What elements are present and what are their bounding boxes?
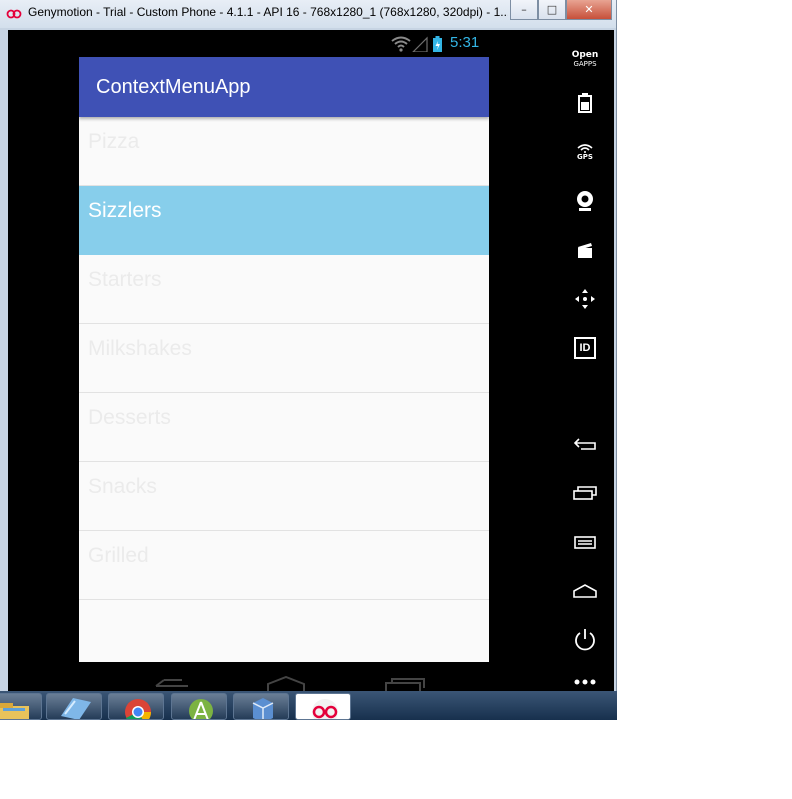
more-button[interactable] <box>569 672 601 692</box>
genymotion-icon <box>312 699 338 719</box>
battery-icon <box>433 36 442 52</box>
taskbar-chrome-button[interactable] <box>108 693 164 720</box>
home-button[interactable] <box>569 575 601 607</box>
android-status-bar: 5:31 <box>8 30 559 56</box>
chrome-icon <box>125 699 152 719</box>
list-item-label: Desserts <box>88 406 171 429</box>
notepad-icon <box>61 698 91 719</box>
list-item[interactable]: Grilled <box>79 531 489 600</box>
signal-icon <box>412 36 428 52</box>
more-icon <box>574 679 596 685</box>
webcam-widget-button[interactable] <box>569 185 601 217</box>
gps-icon <box>577 144 593 153</box>
android-home-icon <box>267 676 305 692</box>
list-item-label: Snacks <box>88 475 157 498</box>
genymotion-logo-icon <box>6 9 22 19</box>
open-gapps-line1: Open <box>571 50 599 60</box>
app-title: ContextMenuApp <box>96 76 251 98</box>
android-studio-icon <box>189 699 213 719</box>
list-item-label: Sizzlers <box>88 199 162 222</box>
title-bar[interactable]: Genymotion - Trial - Custom Phone - 4.1.… <box>0 0 616 28</box>
maximize-icon: □ <box>546 3 558 16</box>
android-nav-bar <box>155 676 425 692</box>
wifi-icon <box>391 36 411 52</box>
taskbar-android-studio-button[interactable] <box>171 693 227 720</box>
power-button[interactable] <box>569 624 601 656</box>
list-item-label: Grilled <box>88 544 149 567</box>
list-item[interactable]: Starters <box>79 255 489 324</box>
taskbar-explorer-button[interactable] <box>0 693 42 720</box>
virtualbox-icon <box>252 698 274 719</box>
battery-widget-icon <box>578 93 592 113</box>
device-id-icon: ID <box>574 337 596 359</box>
taskbar-notepad-button[interactable] <box>46 693 102 720</box>
list-item[interactable]: Snacks <box>79 462 489 531</box>
open-gapps-button[interactable]: Open GAPPS <box>569 44 601 76</box>
dpad-icon <box>575 289 595 309</box>
video-capture-icon <box>578 243 592 258</box>
gps-widget-button[interactable]: GPS <box>569 136 601 168</box>
status-time: 5:31 <box>450 34 480 51</box>
open-gapps-line2: GAPPS <box>573 60 597 68</box>
webcam-icon <box>577 191 593 211</box>
android-back-icon <box>155 679 188 687</box>
windows-taskbar <box>0 691 617 720</box>
app-toolbar: ContextMenuApp <box>79 57 489 117</box>
recent-apps-icon <box>573 486 597 500</box>
emulator-screen: 5:31 ContextMenuApp Pizza Sizzlers Start… <box>8 30 614 692</box>
battery-widget-button[interactable] <box>569 87 601 119</box>
gps-label: GPS <box>577 153 593 161</box>
minimize-button[interactable]: – <box>510 0 538 20</box>
file-explorer-icon <box>0 703 29 719</box>
list-item-label: Milkshakes <box>88 337 192 360</box>
menu-list[interactable]: Pizza Sizzlers Starters Milkshakes Desse… <box>79 117 489 600</box>
minimize-icon: – <box>521 3 527 16</box>
list-item[interactable]: Desserts <box>79 393 489 462</box>
device-id-label: ID <box>579 342 591 354</box>
back-button[interactable] <box>569 428 601 460</box>
close-button[interactable]: ✕ <box>566 0 612 20</box>
taskbar-virtualbox-button[interactable] <box>233 693 289 720</box>
device-id-button[interactable]: ID <box>569 332 601 364</box>
close-icon: ✕ <box>584 3 594 16</box>
list-item[interactable]: Milkshakes <box>79 324 489 393</box>
taskbar-genymotion-button[interactable] <box>295 693 351 720</box>
genymotion-window: Genymotion - Trial - Custom Phone - 4.1.… <box>0 0 617 720</box>
home-icon <box>573 584 597 598</box>
list-item-label: Starters <box>88 268 162 291</box>
window-controls: – □ ✕ <box>510 0 612 20</box>
genymotion-side-panel: Open GAPPS GPS ID <box>559 30 614 691</box>
menu-button[interactable] <box>569 526 601 558</box>
video-capture-button[interactable] <box>569 234 601 266</box>
list-item[interactable]: Pizza <box>79 117 489 186</box>
maximize-button[interactable]: □ <box>538 0 566 20</box>
back-icon <box>573 438 596 450</box>
list-item-label: Pizza <box>88 130 140 153</box>
dpad-button[interactable] <box>569 283 601 315</box>
open-gapps-icon: Open GAPPS <box>572 51 599 69</box>
power-icon <box>575 629 595 651</box>
app-screen: ContextMenuApp Pizza Sizzlers Starters M… <box>79 57 489 662</box>
recent-apps-button[interactable] <box>569 477 601 509</box>
status-icons <box>391 36 442 52</box>
window-title: Genymotion - Trial - Custom Phone - 4.1.… <box>28 5 508 19</box>
menu-icon <box>574 536 596 549</box>
list-item-selected[interactable]: Sizzlers <box>79 186 489 255</box>
